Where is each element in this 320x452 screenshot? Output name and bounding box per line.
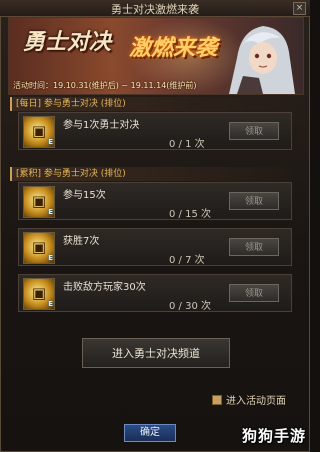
cumulative-section-header: [累积] 参与勇士对决 (排位) [10, 167, 300, 181]
close-button[interactable]: × [293, 2, 306, 15]
task-progress: 0 / 7 次 [169, 255, 205, 266]
banner-logo-part2: 激燃来袭 [129, 36, 218, 61]
title-bar: 勇士对决激燃来袭 × [0, 0, 310, 17]
task-label: 获胜7次 [63, 236, 100, 247]
task-progress: 0 / 1 次 [169, 139, 205, 150]
claim-button[interactable]: 领取 [229, 284, 279, 302]
task-progress: 0 / 15 次 [169, 209, 211, 220]
cumulative-task-2: ▣ E 获胜7次 0 / 7 次 领取 [18, 228, 292, 266]
treasure-chest-icon: ▣ E [23, 186, 55, 218]
daily-task-1: ▣ E 参与1次勇士对决 0 / 1 次 领取 [18, 112, 292, 150]
daily-section-header: [每日] 参与勇士对决 (排位) [10, 97, 300, 111]
watermark: 狗狗手游 [241, 427, 306, 445]
claim-button[interactable]: 领取 [229, 192, 279, 210]
event-window: 勇士对决激燃来袭 × 勇士对决 激燃来袭 活动时间：19.10.31(维护后) … [0, 0, 310, 452]
confirm-button[interactable]: 确定 [124, 424, 176, 442]
enter-channel-button[interactable]: 进入勇士对决频道 [82, 338, 230, 368]
task-label: 击败敌方玩家30次 [63, 282, 146, 293]
window-title: 勇士对决激燃来袭 [111, 3, 199, 16]
banner-logo-part1: 勇士对决 [23, 30, 112, 55]
event-date: 活动时间：19.10.31(维护后) ~ 19.11.14(维护前) [13, 81, 197, 90]
task-label: 参与15次 [63, 190, 106, 201]
character-illustration [229, 26, 295, 94]
activity-page-link-label: 进入活动页面 [226, 396, 286, 407]
treasure-chest-icon: ▣ E [23, 232, 55, 264]
treasure-chest-icon: ▣ E [23, 116, 55, 148]
task-label: 参与1次勇士对决 [63, 120, 140, 131]
link-square-icon [212, 395, 222, 405]
cumulative-task-1: ▣ E 参与15次 0 / 15 次 领取 [18, 182, 292, 220]
activity-page-link[interactable]: 进入活动页面 [212, 392, 286, 407]
event-banner: 勇士对决 激燃来袭 活动时间：19.10.31(维护后) ~ 19.11.14(… [8, 17, 304, 95]
claim-button[interactable]: 领取 [229, 122, 279, 140]
cumulative-task-3: ▣ E 击败敌方玩家30次 0 / 30 次 领取 [18, 274, 292, 312]
task-progress: 0 / 30 次 [169, 301, 211, 312]
claim-button[interactable]: 领取 [229, 238, 279, 256]
treasure-chest-icon: ▣ E [23, 278, 55, 310]
